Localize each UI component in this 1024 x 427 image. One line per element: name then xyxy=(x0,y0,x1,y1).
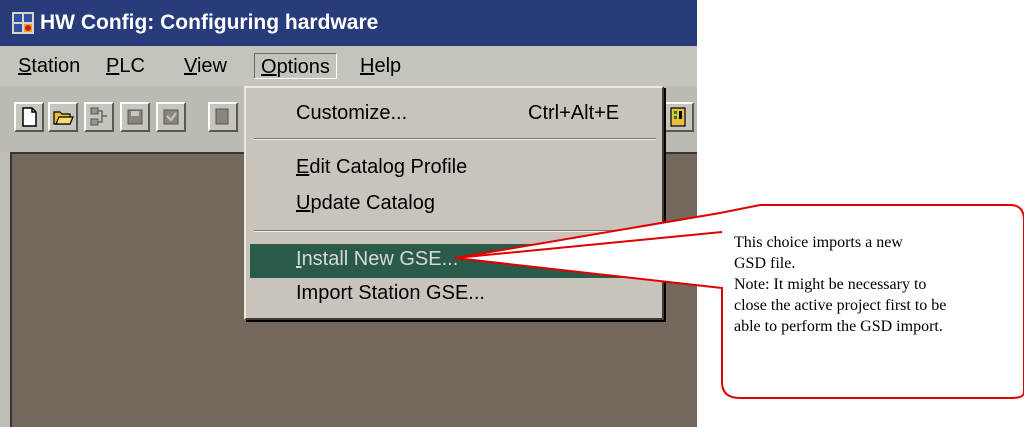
callout-bubble xyxy=(454,204,1024,399)
callout-line: able to perform the GSD import. xyxy=(734,318,943,335)
callout-line: close the active project first to be xyxy=(734,297,947,314)
callout-text: This choice imports a new GSD file. Note… xyxy=(734,232,1024,337)
callout-line: This choice imports a new xyxy=(734,234,903,251)
callout-line: GSD file. xyxy=(734,255,796,272)
callout-line: Note: It might be necessary to xyxy=(734,276,927,293)
